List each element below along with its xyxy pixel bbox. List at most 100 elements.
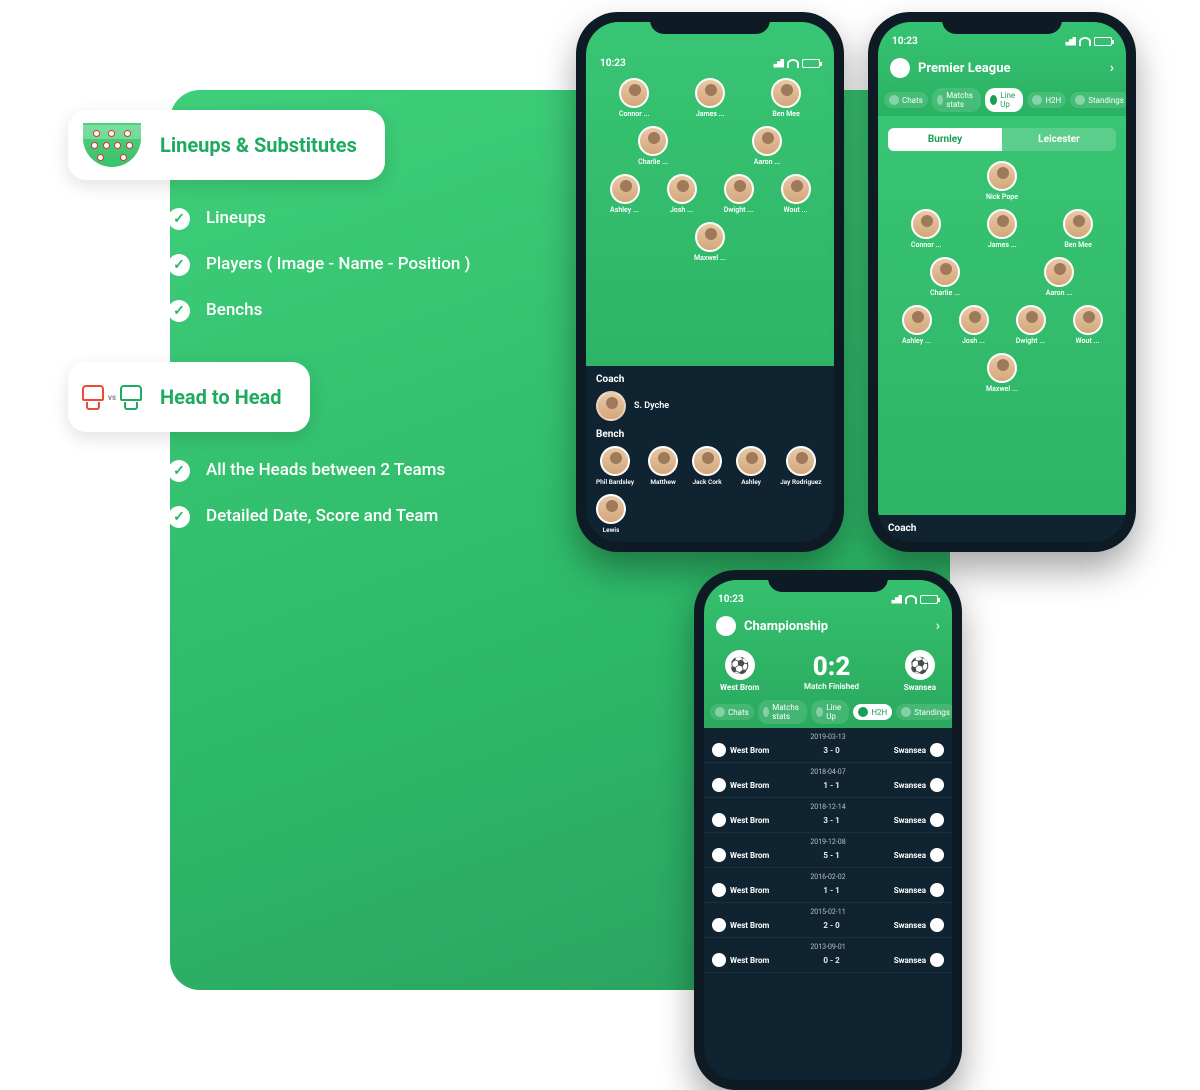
team-name: Swansea bbox=[904, 683, 936, 692]
avatar bbox=[987, 161, 1017, 191]
tab-h2h[interactable]: H2H bbox=[853, 704, 892, 720]
list-item: Benchs bbox=[168, 300, 528, 322]
player[interactable]: Maxwel ... bbox=[986, 353, 1018, 393]
tab-standings[interactable]: Standings bbox=[896, 704, 952, 720]
player[interactable]: Ben Mee bbox=[771, 78, 801, 118]
player[interactable]: Ben Mee bbox=[1063, 209, 1093, 249]
player[interactable]: Lewis bbox=[596, 494, 626, 534]
player[interactable]: Wout ... bbox=[781, 174, 811, 214]
h2h-row[interactable]: 2016-02-02West Brom1 - 1Swansea bbox=[704, 868, 952, 903]
coach-name: S. Dyche bbox=[634, 401, 669, 411]
tab-line-up[interactable]: Line Up bbox=[985, 88, 1023, 112]
team-logo-icon bbox=[930, 953, 944, 967]
h2h-home: West Brom bbox=[712, 918, 769, 932]
avatar bbox=[987, 353, 1017, 383]
player[interactable]: Josh ... bbox=[667, 174, 697, 214]
league-header[interactable]: Championship› bbox=[704, 610, 952, 642]
h2h-row[interactable]: 2019-03-13West Brom3 - 0Swansea bbox=[704, 728, 952, 763]
player[interactable]: Connor ... bbox=[911, 209, 942, 249]
player[interactable]: Jay Rodriguez bbox=[780, 446, 822, 486]
league-header[interactable]: Premier League › bbox=[878, 52, 1126, 84]
team-logo-icon bbox=[930, 918, 944, 932]
h2h-row[interactable]: 2018-12-14West Brom3 - 1Swansea bbox=[704, 798, 952, 833]
bullet-text: All the Heads between 2 Teams bbox=[206, 460, 445, 480]
h2h-score: 5 - 1 bbox=[823, 851, 839, 860]
avatar bbox=[736, 446, 766, 476]
coach-panel: Coach bbox=[878, 515, 1126, 542]
league-name: Premier League bbox=[918, 61, 1011, 76]
tab-label: Matchs stats bbox=[772, 703, 802, 721]
player[interactable]: Aaron ... bbox=[1044, 257, 1074, 297]
tab-dot-icon bbox=[990, 95, 997, 105]
player[interactable]: Dwight ... bbox=[724, 174, 754, 214]
chevron-right-icon[interactable]: › bbox=[936, 618, 940, 634]
team-tab-active[interactable]: Burnley bbox=[888, 128, 1002, 151]
tabs: Chats Matchs statsLine UpH2HStandings bbox=[878, 84, 1126, 116]
player[interactable]: Wout ... bbox=[1073, 305, 1103, 345]
tab-label: Line Up bbox=[826, 703, 844, 721]
h2h-score: 0 - 2 bbox=[823, 956, 839, 965]
player[interactable]: Aaron ... bbox=[752, 126, 782, 166]
score-row: ⚽West Brom 0:2Match Finished ⚽Swansea bbox=[704, 642, 952, 696]
tab-line-up[interactable]: Line Up bbox=[811, 700, 849, 724]
player[interactable]: Phil Bardsley bbox=[596, 446, 634, 486]
player[interactable]: Ashley ... bbox=[610, 174, 640, 214]
player[interactable]: Dwight ... bbox=[1016, 305, 1046, 345]
h2h-row[interactable]: 2018-04-07West Brom1 - 1Swansea bbox=[704, 763, 952, 798]
feature-card-lineups: Lineups & Substitutes bbox=[68, 110, 385, 180]
h2h-row[interactable]: 2015-02-11West Brom2 - 0Swansea bbox=[704, 903, 952, 938]
check-icon bbox=[168, 460, 190, 482]
tab-chats[interactable]: Chats bbox=[884, 92, 928, 108]
team-logo-icon bbox=[712, 848, 726, 862]
h2h-row[interactable]: 2013-09-01West Brom0 - 2Swansea bbox=[704, 938, 952, 973]
team-toggle[interactable]: BurnleyLeicester bbox=[888, 128, 1116, 151]
tab-chats[interactable]: Chats bbox=[710, 704, 754, 720]
player[interactable]: James ... bbox=[987, 209, 1017, 249]
player[interactable]: Connor ... bbox=[619, 78, 650, 118]
player[interactable]: James ... bbox=[695, 78, 725, 118]
h2h-home: West Brom bbox=[712, 883, 769, 897]
chevron-right-icon[interactable]: › bbox=[1110, 60, 1114, 76]
avatar bbox=[1063, 209, 1093, 239]
player[interactable]: Ashley bbox=[736, 446, 766, 486]
player-name: Josh ... bbox=[962, 337, 985, 345]
tab-matchs-stats[interactable]: Matchs stats bbox=[758, 700, 808, 724]
tab-h2h[interactable]: H2H bbox=[1027, 92, 1066, 108]
player-name: Ashley ... bbox=[902, 337, 931, 345]
player[interactable]: Nick Pope bbox=[986, 161, 1018, 201]
h2h-score: 3 - 1 bbox=[823, 816, 839, 825]
player-name: Nick Pope bbox=[986, 193, 1018, 201]
player[interactable]: Josh ... bbox=[959, 305, 989, 345]
player[interactable]: Maxwel ... bbox=[694, 222, 726, 262]
team-logo-icon bbox=[712, 778, 726, 792]
lineup-row: Maxwel ... bbox=[586, 218, 834, 266]
feature-title: Lineups & Substitutes bbox=[160, 133, 357, 157]
lineup-row: Charlie ... Aaron ... bbox=[878, 253, 1126, 301]
coach-label: Coach bbox=[596, 374, 824, 385]
player[interactable]: Charlie ... bbox=[930, 257, 960, 297]
h2h-score: 3 - 0 bbox=[823, 746, 839, 755]
tab-standings[interactable]: Standings bbox=[1070, 92, 1126, 108]
status-time: 10:23 bbox=[892, 36, 918, 47]
tab-matchs-stats[interactable]: Matchs stats bbox=[932, 88, 982, 112]
player-name: Josh ... bbox=[670, 206, 693, 214]
bullet-text: Detailed Date, Score and Team bbox=[206, 506, 438, 526]
avatar bbox=[987, 209, 1017, 239]
player[interactable]: Jack Cork bbox=[692, 446, 722, 486]
tab-dot-icon bbox=[889, 95, 899, 105]
league-logo-icon bbox=[716, 616, 736, 636]
player[interactable]: Charlie ... bbox=[638, 126, 668, 166]
player[interactable]: Matthew bbox=[648, 446, 678, 486]
pitch-icon bbox=[82, 122, 142, 168]
bench-grid: Phil Bardsley Matthew Jack Cork Ashley Jay R… bbox=[596, 446, 824, 534]
h2h-row[interactable]: 2019-12-08West Brom5 - 1Swansea bbox=[704, 833, 952, 868]
h2h-score: 1 - 1 bbox=[823, 886, 839, 895]
phone-mockup-2: 10:23 Premier League› ChatsMatchs statsL… bbox=[868, 12, 1136, 552]
tab-label: Chats bbox=[902, 96, 923, 105]
team-logo-icon bbox=[712, 743, 726, 757]
team-tab[interactable]: Leicester bbox=[1002, 128, 1116, 151]
feature-card-h2h: vs Head to Head bbox=[68, 362, 310, 432]
lineup-row: Charlie ... Aaron ... bbox=[586, 122, 834, 170]
player[interactable]: Ashley ... bbox=[902, 305, 932, 345]
h2h-list[interactable]: 2019-03-13West Brom3 - 0Swansea2018-04-0… bbox=[704, 728, 952, 1080]
